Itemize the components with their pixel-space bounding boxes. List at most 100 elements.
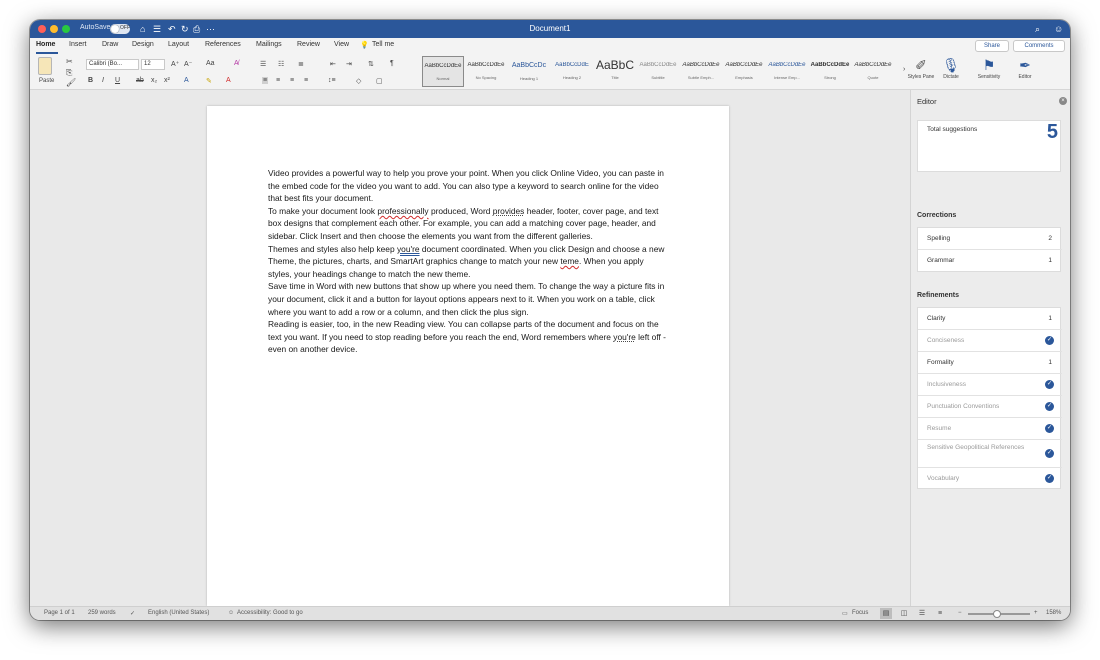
zoom-out-icon[interactable]: −	[958, 610, 962, 616]
tab-view[interactable]: View	[334, 41, 349, 48]
paragraph-5[interactable]: Reading is easier, too, in the new Readi…	[268, 318, 668, 356]
document-body[interactable]: Video provides a powerful way to help yo…	[268, 167, 668, 356]
close-icon[interactable]: ×	[1059, 97, 1067, 105]
font-color-icon[interactable]: A	[226, 77, 231, 84]
tab-insert[interactable]: Insert	[69, 41, 87, 48]
comments-button[interactable]: Comments	[1013, 40, 1065, 52]
accessibility-status[interactable]: Accessibility: Good to go	[237, 610, 303, 616]
style-heading-1[interactable]: AaBbCcDc Heading 1	[508, 56, 550, 87]
style-title[interactable]: AaBbC Title	[594, 56, 636, 87]
paragraph-4[interactable]: Save time in Word with new buttons that …	[268, 280, 668, 318]
clear-formatting-icon[interactable]: A̸	[234, 60, 239, 67]
editor-button[interactable]: ✒ Editor	[1008, 56, 1042, 80]
justify-icon[interactable]: ≡	[304, 77, 308, 84]
proofing-icon[interactable]: ✓	[130, 610, 135, 617]
refinements-row-inclusiveness[interactable]: Inclusiveness ✓	[918, 374, 1062, 396]
multilevel-list-icon[interactable]: ≣	[298, 60, 304, 68]
corrections-row-grammar[interactable]: Grammar 1	[918, 250, 1062, 272]
shading-icon[interactable]: ◇	[356, 77, 361, 85]
refinements-row-punctuation[interactable]: Punctuation Conventions ✓	[918, 396, 1062, 418]
tab-references[interactable]: References	[205, 41, 241, 48]
tab-review[interactable]: Review	[297, 41, 320, 48]
refinements-row-formality[interactable]: Formality 1	[918, 352, 1062, 374]
numbering-icon[interactable]: ☷	[278, 60, 284, 68]
underline-icon[interactable]: U	[115, 77, 120, 84]
tab-layout[interactable]: Layout	[168, 41, 189, 48]
superscript-icon[interactable]: x²	[164, 77, 170, 84]
borders-icon[interactable]: ▢	[376, 77, 383, 85]
style-subtle-emphasis[interactable]: AaBbCcDdEe Subtle Emph...	[680, 56, 722, 87]
shrink-font-icon[interactable]: A⁻	[184, 60, 192, 68]
align-right-icon[interactable]: ≡	[290, 77, 294, 84]
styles-pane-button[interactable]: ✐ Styles Pane	[904, 56, 938, 80]
focus-mode[interactable]: Focus	[852, 610, 868, 616]
language[interactable]: English (United States)	[148, 610, 209, 616]
line-spacing-icon[interactable]: ↕≡	[328, 77, 336, 84]
zoom-in-icon[interactable]: +	[1034, 610, 1038, 616]
style-quote[interactable]: AaBbCcDdEe Quote	[852, 56, 894, 87]
refinement-suggestion[interactable]: you're	[613, 332, 636, 342]
paragraph-3[interactable]: Themes and styles also help keep you're …	[268, 243, 668, 281]
cut-icon[interactable]: ✂	[66, 57, 73, 66]
print-layout-icon[interactable]: ▤	[880, 608, 892, 619]
spelling-suggestion[interactable]: teme	[560, 256, 579, 266]
refinements-row-resume[interactable]: Resume ✓	[918, 418, 1062, 440]
subscript-icon[interactable]: x₂	[151, 77, 157, 84]
tab-home[interactable]: Home	[36, 41, 55, 48]
refinement-suggestion[interactable]: provides	[493, 206, 525, 216]
show-formatting-icon[interactable]: ¶	[390, 60, 394, 67]
bullets-icon[interactable]: ☰	[260, 60, 266, 68]
zoom-level[interactable]: 158%	[1046, 610, 1061, 616]
tab-mailings[interactable]: Mailings	[256, 41, 282, 48]
zoom-slider-knob[interactable]	[993, 610, 1001, 618]
corrections-row-spelling[interactable]: Spelling 2	[918, 228, 1062, 250]
paragraph-2[interactable]: To make your document look professionall…	[268, 205, 668, 243]
style-emphasis[interactable]: AaBbCcDdEe Emphasis	[723, 56, 765, 87]
highlight-icon[interactable]: ✎	[206, 77, 212, 85]
italic-icon[interactable]: I	[102, 77, 104, 84]
decrease-indent-icon[interactable]: ⇤	[330, 60, 336, 68]
refinements-row-vocabulary[interactable]: Vocabulary ✓	[918, 468, 1062, 490]
align-center-icon[interactable]: ≡	[276, 77, 280, 84]
copy-icon[interactable]: ⎘	[66, 68, 72, 78]
change-case-icon[interactable]: Aa	[206, 60, 215, 67]
tab-draw[interactable]: Draw	[102, 41, 118, 48]
style-subtitle[interactable]: AaBbCcDdEe Subtitle	[637, 56, 679, 87]
style-no-spacing[interactable]: AaBbCcDdEe No Spacing	[465, 56, 507, 87]
page-count[interactable]: Page 1 of 1	[44, 610, 75, 616]
sensitivity-button[interactable]: ⚑ Sensitivity	[972, 56, 1006, 80]
style-normal[interactable]: AaBbCcDdEe Normal	[422, 56, 464, 87]
grammar-suggestion[interactable]: you're	[397, 244, 420, 254]
tell-me[interactable]: Tell me	[372, 41, 394, 48]
document-page[interactable]: Video provides a powerful way to help yo…	[207, 106, 729, 606]
tab-design[interactable]: Design	[132, 41, 154, 48]
strikethrough-icon[interactable]: ab	[136, 77, 144, 84]
refinements-row-conciseness[interactable]: Conciseness ✓	[918, 330, 1062, 352]
paragraph-1[interactable]: Video provides a powerful way to help yo…	[268, 167, 668, 205]
font-size-select[interactable]: 12	[141, 59, 165, 70]
grow-font-icon[interactable]: A⁺	[171, 60, 179, 68]
style-strong[interactable]: AaBbCcDdEe Strong	[809, 56, 851, 87]
outline-icon[interactable]: ☰	[916, 608, 928, 619]
search-icon[interactable]: ⌕	[1035, 23, 1040, 35]
increase-indent-icon[interactable]: ⇥	[346, 60, 352, 68]
word-count[interactable]: 259 words	[88, 610, 116, 616]
draft-icon[interactable]: ≡	[934, 608, 946, 619]
web-layout-icon[interactable]: ◫	[898, 608, 910, 619]
style-intense-emphasis[interactable]: AaBbCcDdEe Intense Emp...	[766, 56, 808, 87]
document-canvas[interactable]: Video provides a powerful way to help yo…	[30, 90, 910, 606]
dictate-button[interactable]: 🎙 Dictate	[934, 56, 968, 80]
refinements-row-clarity[interactable]: Clarity 1	[918, 308, 1062, 330]
account-icon[interactable]: ☺	[1054, 23, 1063, 35]
paste-icon[interactable]	[38, 57, 52, 75]
sort-icon[interactable]: ⇅	[368, 60, 374, 68]
share-button[interactable]: Share	[975, 40, 1009, 52]
spelling-suggestion[interactable]: professionally	[377, 206, 428, 216]
refinements-row-geopolitical[interactable]: Sensitive Geopolitical References ✓	[918, 440, 1062, 468]
format-painter-icon[interactable]: 🖌	[66, 78, 76, 87]
bold-icon[interactable]: B	[88, 77, 93, 84]
style-heading-2[interactable]: AaBbCcDdE Heading 2	[551, 56, 593, 87]
font-name-select[interactable]: Calibri (Bo...	[86, 59, 139, 70]
align-left-icon[interactable]: ≡	[262, 77, 269, 84]
text-effects-icon[interactable]: A	[184, 77, 189, 84]
